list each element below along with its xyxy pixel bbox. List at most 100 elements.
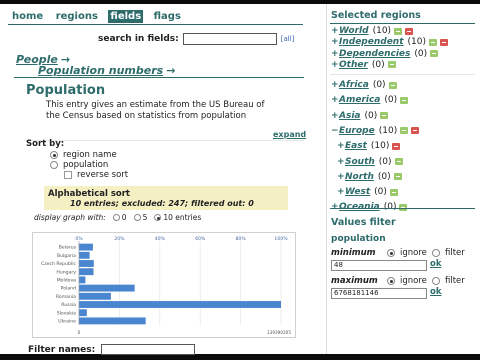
category-label: Romania <box>56 294 76 300</box>
regions-divider <box>330 23 475 24</box>
radio-icon[interactable] <box>50 161 58 169</box>
graph-option-label: 10 entries <box>163 213 202 222</box>
region-name-link[interactable]: Dependencies <box>339 49 410 59</box>
graph-option-label: 0 <box>121 213 127 222</box>
add-region-icon[interactable] <box>388 81 397 89</box>
region-name-link[interactable]: Europe <box>339 126 375 136</box>
add-region-icon[interactable] <box>387 61 396 69</box>
add-region-icon[interactable] <box>400 127 409 135</box>
values-divider <box>330 208 475 209</box>
bar <box>79 292 111 300</box>
x-tick-label: 40% <box>155 236 166 242</box>
region-name-link[interactable]: Other <box>339 60 368 70</box>
add-region-icon[interactable] <box>393 173 402 181</box>
maximum-label: maximum <box>331 276 378 286</box>
expand-icon[interactable]: + <box>331 49 339 59</box>
radio-icon[interactable] <box>432 277 440 285</box>
region-item: + Africa (0) <box>331 80 397 90</box>
x-tick-label: 100% <box>274 236 288 242</box>
page-title: Population <box>26 83 106 98</box>
remove-region-icon[interactable] <box>392 142 401 150</box>
region-name-link[interactable]: Asia <box>339 111 360 121</box>
maximum-filter-option[interactable]: filter <box>432 276 465 286</box>
nav-home[interactable]: home <box>10 10 45 23</box>
region-name-link[interactable]: America <box>339 95 380 105</box>
sort-option-region-name[interactable]: region name <box>50 150 117 160</box>
radio-icon[interactable] <box>432 249 440 257</box>
graph-option-0[interactable]: 0 <box>112 213 127 222</box>
region-item: + Independent (10) <box>331 37 448 47</box>
reverse-sort-toggle[interactable]: reverse sort <box>64 170 128 180</box>
bar <box>79 301 281 308</box>
nav-regions[interactable]: regions <box>54 10 100 23</box>
add-region-icon[interactable] <box>394 158 403 165</box>
radio-icon[interactable] <box>112 214 120 221</box>
region-name-link[interactable]: South <box>345 157 375 167</box>
graph-option-5[interactable]: 5 <box>133 213 147 222</box>
region-name-link[interactable]: East <box>345 141 367 151</box>
graph-option-10[interactable]: 10 entries <box>154 213 201 222</box>
expand-icon[interactable]: + <box>331 60 339 70</box>
radio-icon[interactable] <box>133 214 141 221</box>
maximum-input[interactable]: 6768181146 <box>331 288 427 299</box>
expand-icon[interactable]: + <box>337 187 345 197</box>
expand-icon[interactable]: + <box>337 172 345 182</box>
category-label: Hungary <box>56 269 76 275</box>
minimum-filter-option[interactable]: filter <box>432 248 465 258</box>
region-count: (0) <box>371 59 385 70</box>
collapse-icon[interactable]: − <box>331 126 339 136</box>
minimum-input[interactable]: 48 <box>331 260 427 271</box>
radio-selected-icon[interactable] <box>154 214 162 221</box>
radio-selected-icon[interactable] <box>50 151 58 159</box>
add-region-icon[interactable] <box>394 27 403 35</box>
display-graph-options: display graph with: 0 5 10 entries <box>34 213 201 222</box>
search-all-link[interactable]: [all] <box>281 35 295 43</box>
region-count: (0) <box>372 80 386 90</box>
expand-icon[interactable]: + <box>331 111 339 121</box>
search-input[interactable] <box>182 33 277 45</box>
radio-selected-icon[interactable] <box>387 249 395 257</box>
expand-icon[interactable]: + <box>337 157 345 167</box>
minimum-ignore-option[interactable]: ignore <box>387 248 427 258</box>
sort-by-label: Sort by: <box>26 139 65 149</box>
x-tick-label: 60% <box>195 236 206 242</box>
expand-icon[interactable]: + <box>337 141 345 151</box>
add-region-icon[interactable] <box>430 50 439 58</box>
add-region-icon[interactable] <box>400 96 409 104</box>
sort-heading: Alphabetical sort <box>48 189 130 199</box>
sort-option-population[interactable]: population <box>50 160 108 170</box>
expand-icon[interactable]: + <box>331 37 339 47</box>
remove-region-icon[interactable] <box>411 127 420 135</box>
maximum-ignore-option[interactable]: ignore <box>387 276 427 286</box>
expand-icon[interactable]: + <box>331 95 339 105</box>
region-name-link[interactable]: North <box>345 172 374 182</box>
region-item: + Asia (0) <box>331 111 389 121</box>
expand-link[interactable]: expand <box>273 130 306 139</box>
region-name-link[interactable]: West <box>345 187 370 197</box>
minimum-ok-link[interactable]: ok <box>430 259 442 269</box>
region-name-link[interactable]: Africa <box>339 80 369 90</box>
region-name-link[interactable]: Independent <box>339 37 404 47</box>
display-graph-label: display graph with: <box>34 213 106 222</box>
maximum-ok-link[interactable]: ok <box>430 287 442 297</box>
breadcrumb-population-numbers[interactable]: Population numbers → <box>38 64 175 77</box>
add-region-icon[interactable] <box>429 38 437 46</box>
x-max-label: 139390205 <box>267 330 291 335</box>
radio-selected-icon[interactable] <box>387 277 395 285</box>
nav-fields[interactable]: fields <box>108 10 144 23</box>
region-count: (0) <box>374 187 387 198</box>
expand-icon[interactable]: + <box>331 80 339 90</box>
nav-divider <box>8 24 303 25</box>
checkbox-icon[interactable] <box>64 171 72 179</box>
add-region-icon[interactable] <box>389 188 398 196</box>
x-tick-label: 80% <box>235 236 246 242</box>
filter-names-input[interactable] <box>101 344 196 355</box>
add-region-icon[interactable] <box>380 112 389 120</box>
category-label: Poland <box>61 286 76 292</box>
remove-region-icon[interactable] <box>440 38 448 46</box>
region-name-link[interactable]: World <box>339 26 369 36</box>
expand-icon[interactable]: + <box>331 26 339 36</box>
nav-flags[interactable]: flags <box>152 10 183 23</box>
remove-region-icon[interactable] <box>405 27 414 35</box>
bar <box>79 268 94 276</box>
